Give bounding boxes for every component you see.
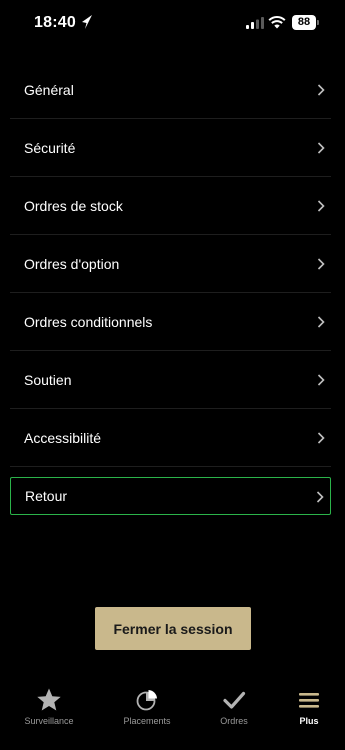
menu-item-general[interactable]: Général: [10, 61, 331, 119]
chevron-right-icon: [317, 432, 325, 444]
menu-item-label: Retour: [25, 488, 68, 504]
tab-label: Plus: [299, 716, 319, 726]
chevron-right-icon: [316, 491, 324, 503]
cellular-signal-icon: [246, 17, 264, 29]
tab-placements[interactable]: Placements: [104, 686, 190, 736]
menu-item-ordres-conditionnels[interactable]: Ordres conditionnels: [10, 293, 331, 351]
tab-label: Placements: [123, 716, 171, 726]
menu-icon: [299, 693, 319, 708]
battery-icon: 88: [292, 15, 319, 30]
menu-item-label: Ordres d'option: [24, 255, 120, 272]
logout-button[interactable]: Fermer la session: [95, 607, 251, 650]
menu-item-label: Général: [24, 81, 74, 98]
status-bar: 18:40 88: [0, 0, 345, 48]
chevron-right-icon: [317, 374, 325, 386]
bottom-tab-bar: Surveillance Placements Ordres Plus: [0, 686, 345, 750]
chevron-right-icon: [317, 142, 325, 154]
menu-item-securite[interactable]: Sécurité: [10, 119, 331, 177]
tab-ordres[interactable]: Ordres: [191, 686, 277, 736]
menu-item-ordres-de-stock[interactable]: Ordres de stock: [10, 177, 331, 235]
star-icon: [37, 688, 61, 711]
status-time: 18:40: [34, 14, 76, 31]
tab-label: Surveillance: [24, 716, 74, 726]
menu-item-label: Ordres de stock: [24, 197, 123, 214]
menu-item-retour[interactable]: Retour: [10, 477, 331, 515]
menu-item-label: Soutien: [24, 371, 72, 388]
tab-label: Ordres: [220, 716, 248, 726]
settings-screen: 18:40 88 Général Sécurité Ordres de stoc…: [0, 0, 345, 750]
chevron-right-icon: [317, 200, 325, 212]
chevron-right-icon: [317, 258, 325, 270]
menu-item-label: Accessibilité: [24, 429, 102, 446]
menu-item-label: Sécurité: [24, 139, 76, 156]
menu-item-soutien[interactable]: Soutien: [10, 351, 331, 409]
menu-item-accessibilite[interactable]: Accessibilité: [10, 409, 331, 467]
pie-chart-icon: [136, 690, 157, 711]
settings-menu: Général Sécurité Ordres de stock Ordres …: [0, 61, 345, 515]
location-arrow-icon: [82, 15, 92, 29]
wifi-icon: [268, 16, 286, 29]
checkmark-icon: [223, 691, 246, 709]
menu-item-label: Ordres conditionnels: [24, 313, 153, 330]
chevron-right-icon: [317, 316, 325, 328]
tab-surveillance[interactable]: Surveillance: [6, 686, 92, 736]
chevron-right-icon: [317, 84, 325, 96]
menu-item-ordres-d-option[interactable]: Ordres d'option: [10, 235, 331, 293]
tab-plus[interactable]: Plus: [266, 686, 345, 736]
